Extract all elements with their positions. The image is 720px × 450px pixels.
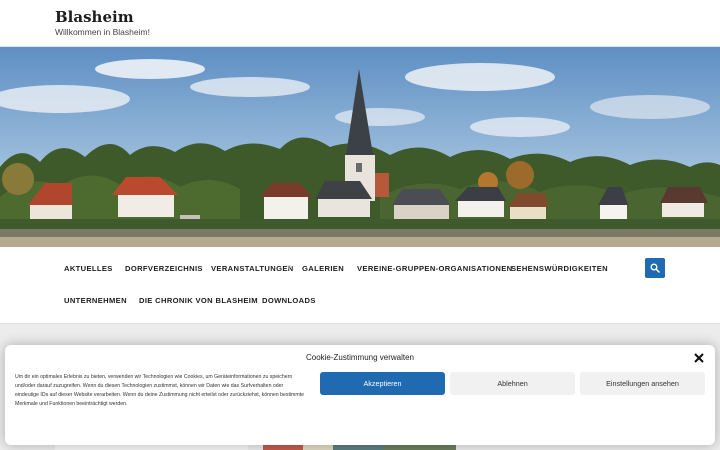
nav-item-dorfverzeichnis[interactable]: DORFVERZEICHNIS	[125, 264, 203, 273]
deny-button[interactable]: Ablehnen	[450, 372, 575, 395]
accept-button[interactable]: Akzeptieren	[320, 372, 445, 395]
search-button[interactable]	[645, 258, 665, 278]
nav-item-galerien[interactable]: GALERIEN	[302, 264, 344, 273]
close-icon	[694, 353, 704, 363]
close-button[interactable]	[693, 351, 705, 363]
nav-item-sehenswuerdigkeiten[interactable]: SEHENSWÜRDIGKEITEN	[511, 264, 608, 273]
site-header: Blasheim Willkommen in Blasheim!	[0, 0, 720, 47]
nav-item-vereine[interactable]: VEREINE-GRUPPEN-ORGANISATIONEN	[357, 264, 513, 273]
cookie-description: Um dir ein optimales Erlebnis zu bieten,…	[15, 374, 305, 407]
cookie-title: Cookie-Zustimmung verwalten	[305, 353, 415, 362]
nav-item-veranstaltungen[interactable]: VERANSTALTUNGEN	[211, 264, 294, 273]
site-title[interactable]: Blasheim	[55, 8, 134, 26]
cookie-consent-banner: Cookie-Zustimmung verwalten Um dir ein o…	[5, 345, 715, 445]
nav-item-unternehmen[interactable]: UNTERNEHMEN	[64, 296, 127, 305]
chevron-down-icon: ▼	[286, 265, 292, 271]
hero-image	[0, 47, 720, 247]
site-tagline: Willkommen in Blasheim!	[55, 27, 150, 37]
nav-item-aktuelles[interactable]: AKTUELLES	[64, 264, 113, 273]
nav-item-chronik[interactable]: DIE CHRONIK VON BLASHEIM	[139, 296, 258, 305]
nav-item-downloads[interactable]: DOWNLOADS	[262, 296, 316, 305]
search-icon	[650, 263, 660, 273]
preferences-button[interactable]: Einstellungen ansehen	[580, 372, 705, 395]
main-navigation	[0, 247, 720, 324]
